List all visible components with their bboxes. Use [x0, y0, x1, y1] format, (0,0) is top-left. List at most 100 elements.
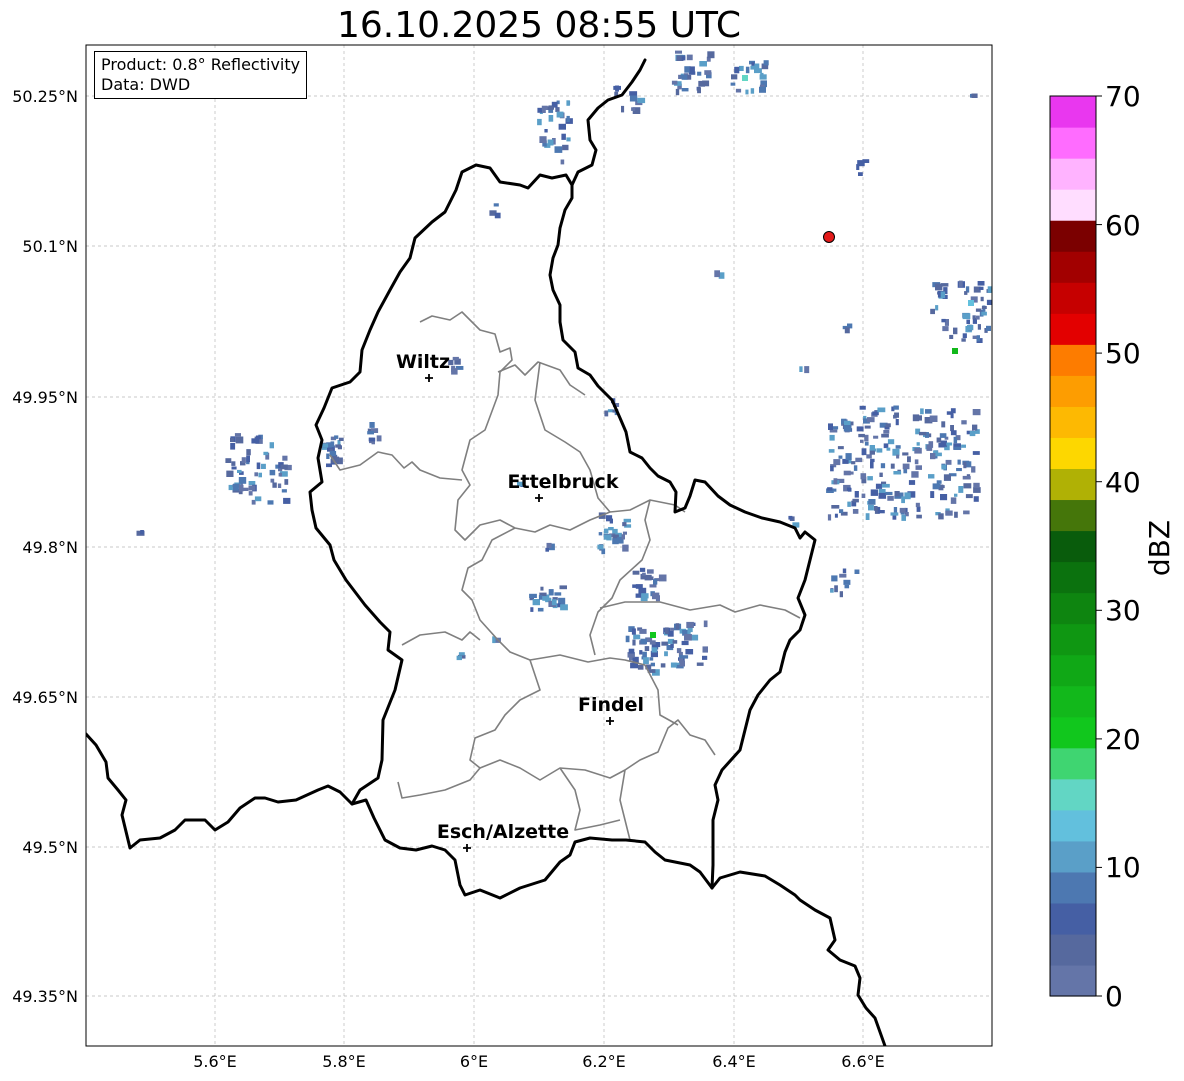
echo-cell [858, 172, 863, 176]
echo-cell [963, 462, 967, 469]
echo-cell [902, 452, 909, 456]
echo-cell [649, 657, 654, 661]
echo-cell [622, 544, 629, 552]
echo-cell [940, 494, 948, 501]
echo-cell [838, 455, 843, 459]
echo-cell [852, 498, 859, 503]
echo-cell [881, 483, 890, 488]
echo-cell [976, 315, 980, 320]
echo-cell [598, 532, 603, 536]
echo-cell [282, 455, 288, 461]
lon-label: 6.6°E [841, 1052, 885, 1071]
echo-cell [950, 413, 954, 419]
echo-cell [255, 435, 261, 440]
echo-cell [376, 435, 382, 442]
radar-echoes [136, 50, 992, 676]
echo-cell [949, 334, 954, 339]
echo-cell [950, 497, 957, 504]
echo-cell [233, 483, 239, 491]
echo-cell [940, 291, 946, 299]
echo-cell [675, 88, 680, 96]
echo-cell [561, 133, 566, 140]
echo-cell [854, 569, 860, 574]
echo-cell [971, 466, 976, 473]
echo-cell [230, 442, 236, 450]
echo-cell [832, 488, 837, 492]
echo-cell [225, 458, 232, 463]
lat-label: 49.65°N [12, 688, 78, 707]
echo-cell [263, 451, 269, 456]
echo-cell [963, 483, 972, 489]
echo-cell [675, 50, 682, 54]
echo-cell [969, 431, 976, 437]
echo-cell [451, 365, 455, 372]
echo-cell [859, 405, 866, 410]
echo-cell [837, 446, 844, 450]
echo-cell [537, 607, 544, 612]
echo-cell [684, 634, 692, 641]
echo-cell [697, 71, 702, 76]
echo-cell [258, 472, 262, 478]
echo-cell [887, 439, 895, 445]
echo-cell [895, 419, 899, 426]
data-source-text: Data: DWD [101, 75, 191, 94]
echo-cell [277, 483, 282, 488]
echo-cell [686, 54, 693, 61]
echo-cell [893, 405, 899, 410]
echo-cell [554, 146, 563, 153]
echo-cell [248, 481, 256, 486]
echo-cell [864, 425, 871, 429]
echo-cell [986, 325, 991, 331]
echo-cell [548, 589, 554, 595]
echo-cell [675, 623, 680, 630]
echo-cell [894, 491, 900, 497]
echo-cell [834, 585, 838, 593]
echo-cell [847, 487, 851, 491]
echo-cell [961, 338, 966, 342]
echo-cell [839, 573, 847, 578]
city-findel: Findel [578, 694, 644, 725]
echo-cell [629, 95, 638, 102]
echo-cell [270, 478, 275, 483]
colorbar-swatch [1050, 778, 1096, 811]
echo-cell [750, 65, 759, 70]
echo-cell [529, 593, 537, 598]
echo-cell [609, 518, 613, 524]
echo-cell [964, 291, 968, 295]
echo-cell [977, 281, 985, 286]
echo-cell [936, 480, 942, 484]
echo-cell [868, 499, 876, 505]
echo-cell [867, 417, 875, 423]
echo-cell [537, 118, 542, 126]
echo-cell [730, 82, 736, 86]
colorbar-swatch [1050, 158, 1096, 190]
echo-cell [941, 318, 946, 323]
echo-cell [929, 415, 938, 422]
echo-cell [566, 115, 570, 122]
echo-cell [916, 514, 922, 519]
colorbar: 0 10 20 30 40 50 60 70 dBZ [1049, 80, 1176, 1013]
echo-cell [540, 586, 544, 591]
echo-cell [703, 620, 708, 628]
echo-cell [547, 106, 554, 110]
echo-cell-strong [968, 300, 974, 306]
echo-cell [629, 91, 638, 96]
echo-cell [831, 575, 838, 582]
echo-cell [230, 437, 234, 442]
city-ettelbruck: Ettelbruck [508, 471, 619, 502]
echo-cell [870, 489, 878, 496]
echo-cell [878, 492, 887, 499]
echo-cell [961, 444, 966, 448]
echo-cell [494, 212, 501, 219]
echo-cell [322, 443, 329, 448]
colorbar-swatch [1050, 530, 1096, 563]
lon-label: 6.2°E [582, 1052, 626, 1071]
echo-cell [330, 441, 335, 448]
echo-cell [876, 448, 883, 453]
colorbar-swatch [1050, 716, 1096, 749]
echo-cell [907, 456, 911, 463]
echo-cell [845, 453, 852, 460]
echo-cell [750, 88, 755, 94]
echo-cell [625, 635, 630, 643]
echo-cell [928, 474, 935, 479]
